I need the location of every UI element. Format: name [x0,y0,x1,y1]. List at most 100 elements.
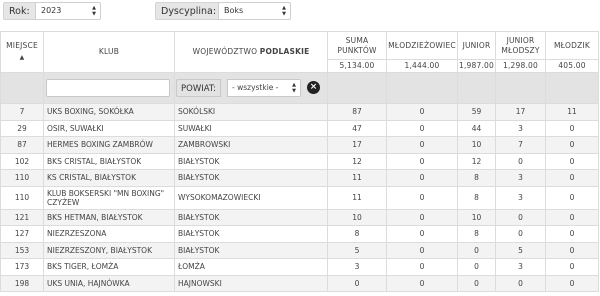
table-row[interactable]: 198 UKS UNIA, HAJNÓWKA HAJNOWSKI 0 0 0 0… [0,274,599,292]
ranking-table: MIEJSCE ▲ KLUB WOJEWÓDZTWO PODLASKIE SUM… [0,31,599,292]
cell-mlodzik: 0 [545,241,599,259]
cell-klub: NIEZRZESZONY, BIAŁYSTOK [43,241,175,259]
suma-header-line1: SUMA [345,35,369,45]
filter-cell-empty [457,72,496,104]
filter-cell-empty [545,72,599,104]
filter-cell-empty [327,72,387,104]
cell-junior: 10 [457,136,496,154]
cell-mlodzik: 0 [545,185,599,210]
cell-miejsce: 102 [0,152,44,170]
cell-suma: 3 [327,258,387,276]
cell-junior: 44 [457,119,496,137]
cell-junior-mlodszy: 3 [495,185,546,210]
col-header-suma[interactable]: SUMA PUNKTÓW [327,31,387,60]
cell-mlodzik: 0 [545,119,599,137]
cell-junior-mlodszy: 3 [495,258,546,276]
wojewodztwo-header-name: PODLASKIE [259,47,310,56]
cell-junior: 8 [457,225,496,243]
total-suma: 5,134.00 [327,59,387,73]
cell-powiat: ŁOMŻA [174,258,328,276]
col-header-klub[interactable]: KLUB [43,31,175,73]
filters-bar: Rok: 2023 ▲ ▼ Dyscyplina: Boks ▲ ▼ [0,0,600,28]
cell-suma: 11 [327,169,387,187]
cell-junior-mlodszy: 17 [495,103,546,121]
year-select[interactable]: 2023 ▲ ▼ [35,2,101,20]
col-header-junior[interactable]: JUNIOR [457,31,496,60]
cell-powiat: WYSOKOMAZOWIECKI [174,185,328,210]
clear-filter-x-circle-icon[interactable]: × [307,81,320,94]
total-junior-mlodszy: 1,298.00 [495,59,546,73]
cell-mlodziezowiec: 0 [386,208,458,226]
cell-junior: 0 [457,241,496,259]
cell-miejsce: 198 [0,274,44,292]
cell-mlodzik: 0 [545,225,599,243]
table-row[interactable]: 87 HERMES BOXING ZAMBRÓW ZAMBROWSKI 17 0… [0,136,599,154]
table-row[interactable]: 29 OSIR, SUWAŁKI SUWAŁKI 47 0 44 3 0 [0,119,599,137]
total-mlodziezowiec: 1,444.00 [386,59,458,73]
cell-junior: 0 [457,274,496,292]
cell-mlodziezowiec: 0 [386,241,458,259]
total-mlodzik: 405.00 [545,59,599,73]
cell-junior: 10 [457,208,496,226]
cell-powiat: HAJNOWSKI [174,274,328,292]
col-header-mlodzik[interactable]: MŁODZIK [545,31,599,60]
junior-header-label: JUNIOR [462,40,491,50]
cell-miejsce: 7 [0,103,44,121]
cell-mlodziezowiec: 0 [386,103,458,121]
year-label: Rok: [3,2,36,20]
miejsce-header-label: MIEJSCE [6,41,38,50]
cell-klub: BKS HETMAN, BIAŁYSTOK [43,208,175,226]
cell-junior: 8 [457,185,496,210]
table-row[interactable]: 173 BKS TIGER, ŁOMŻA ŁOMŻA 3 0 0 3 0 [0,258,599,276]
cell-junior-mlodszy: 3 [495,169,546,187]
table-row[interactable]: 121 BKS HETMAN, BIAŁYSTOK BIAŁYSTOK 10 0… [0,208,599,226]
cell-suma: 0 [327,274,387,292]
col-header-mlodziezowiec[interactable]: MŁODZIEŻOWIEC [386,31,458,60]
cell-klub: BKS CRISTAL, BIAŁYSTOK [43,152,175,170]
cell-miejsce: 110 [0,185,44,210]
col-header-wojewodztwo[interactable]: WOJEWÓDZTWO PODLASKIE [174,31,328,73]
discipline-select[interactable]: Boks ▲ ▼ [218,2,291,20]
cell-klub: KS CRISTAL, BIAŁYSTOK [43,169,175,187]
cell-klub: NIEZRZESZONA [43,225,175,243]
klub-search-input[interactable] [46,79,170,97]
cell-powiat: SUWAŁKI [174,119,328,137]
cell-mlodzik: 0 [545,152,599,170]
col-header-miejsce[interactable]: MIEJSCE ▲ [0,31,44,73]
discipline-label: Dyscyplina: [155,2,223,20]
table-row[interactable]: 7 UKS BOXING, SOKÓŁKA SOKÓLSKI 87 0 59 1… [0,103,599,121]
cell-mlodzik: 0 [545,258,599,276]
filter-row: POWIAT: - wszystkie - ▲ ▼ × [0,72,599,104]
cell-mlodzik: 0 [545,208,599,226]
cell-miejsce: 121 [0,208,44,226]
powiat-select[interactable]: - wszystkie - ▲ ▼ [227,79,301,97]
cell-powiat: BIAŁYSTOK [174,152,328,170]
cell-powiat: BIAŁYSTOK [174,169,328,187]
cell-miejsce: 153 [0,241,44,259]
sort-up-icon[interactable]: ▲ [1,53,43,63]
cell-powiat: BIAŁYSTOK [174,241,328,259]
filter-cell-empty [386,72,458,104]
cell-junior: 8 [457,169,496,187]
table-row[interactable]: 127 NIEZRZESZONA BIAŁYSTOK 8 0 8 0 0 [0,225,599,243]
table-row[interactable]: 110 KLUB BOKSERSKI "MN BOXING" CZYŻEW WY… [0,185,599,210]
mlodzik-header-label: MŁODZIK [553,40,591,50]
table-row[interactable]: 153 NIEZRZESZONY, BIAŁYSTOK BIAŁYSTOK 5 … [0,241,599,259]
cell-suma: 10 [327,208,387,226]
select-arrows-icon: ▲ ▼ [292,82,296,94]
total-junior: 1,987.00 [457,59,496,73]
junior-mlodszy-header-line2: MŁODSZY [501,45,540,55]
cell-suma: 17 [327,136,387,154]
cell-suma: 11 [327,185,387,210]
cell-mlodziezowiec: 0 [386,152,458,170]
cell-mlodziezowiec: 0 [386,225,458,243]
cell-mlodzik: 0 [545,274,599,292]
cell-suma: 12 [327,152,387,170]
cell-miejsce: 29 [0,119,44,137]
table-row[interactable]: 110 KS CRISTAL, BIAŁYSTOK BIAŁYSTOK 11 0… [0,169,599,187]
select-arrows-icon: ▲ ▼ [92,5,96,17]
filter-cell-klub [43,72,175,104]
col-header-junior-mlodszy[interactable]: JUNIOR MŁODSZY [495,31,546,60]
suma-header-line2: PUNKTÓW [337,45,377,55]
table-row[interactable]: 102 BKS CRISTAL, BIAŁYSTOK BIAŁYSTOK 12 … [0,152,599,170]
